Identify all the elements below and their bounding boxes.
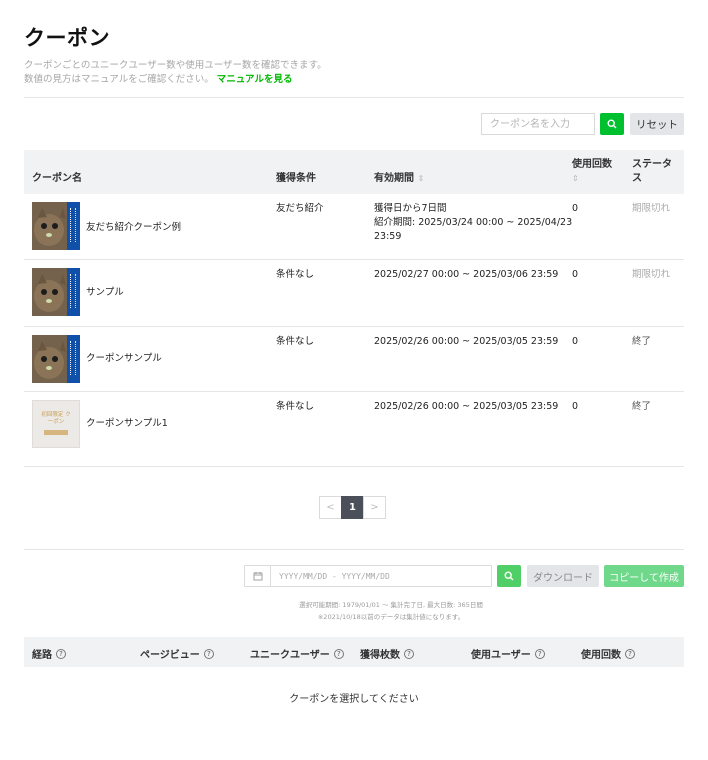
coupon-table-header: クーポン名 獲得条件 有効期間 ⇕ 使用回数 ⇕ ステータス — [24, 150, 684, 194]
status-badge: 終了 — [632, 401, 652, 412]
description-line-2: 数値の見方はマニュアルをご確認ください。 マニュアルを見る — [24, 73, 327, 87]
search-icon — [607, 119, 617, 129]
coupon-thumbnail — [32, 335, 80, 383]
date-range-placeholder: YYYY/MM/DD - YYYY/MM/DD — [279, 571, 390, 581]
coupon-period: 2025/02/26 00:00 ~ 2025/03/05 23:59 — [374, 336, 559, 347]
help-icon[interactable]: ? — [333, 648, 344, 659]
coupon-banner-strip — [67, 268, 80, 316]
coupon-period: 2025/02/26 00:00 ~ 2025/03/05 23:59 — [374, 401, 559, 412]
coupon-name[interactable]: クーポンサンプル — [86, 352, 162, 366]
help-icon[interactable]: ? — [625, 648, 635, 659]
help-icon[interactable]: ? — [203, 648, 214, 659]
stats-column-label: 獲得枚数 — [360, 650, 400, 661]
date-range-note: 選択可能期間: 1979/01/01 ～ 集計完了日, 最大日数: 365日間 — [299, 601, 483, 609]
stats-table-header: 経路? ページビュー? ユニークユーザー? 獲得枚数? 使用ユーザー? 使用回数… — [24, 637, 684, 667]
stats-column-uses: 使用回数? — [581, 646, 635, 661]
stats-column-label: 使用ユーザー — [471, 650, 531, 661]
date-search-button[interactable] — [497, 565, 521, 587]
status-badge: 期限切れ — [632, 203, 671, 214]
description-line-2-text: 数値の見方はマニュアルをご確認ください。 — [24, 74, 214, 85]
manual-link[interactable]: マニュアルを見る — [217, 74, 293, 85]
status-badge: 期限切れ — [632, 269, 671, 280]
column-header-status-line-1: ステータ — [632, 159, 672, 170]
coupon-table: クーポン名 獲得条件 有効期間 ⇕ 使用回数 ⇕ ステータス 友だち紹介クーポン例… — [24, 150, 684, 467]
coupon-period: 2025/02/27 00:00 ~ 2025/03/06 23:59 — [374, 269, 559, 280]
coupon-search-input[interactable] — [481, 113, 595, 135]
coupon-name[interactable]: サンプル — [86, 286, 124, 300]
column-header-uses[interactable]: 使用回数 ⇕ — [572, 158, 612, 186]
calendar-icon[interactable] — [245, 566, 271, 586]
coupon-row[interactable]: 友だち紹介クーポン例 友だち紹介 獲得日から7日間 紹介期間: 2025/03/… — [24, 194, 684, 260]
coupon-period-line-2: 紹介期間: 2025/03/24 00:00 ~ 2025/04/23 — [374, 217, 573, 228]
coupon-period-line-3: 23:59 — [374, 231, 402, 242]
coupon-thumbnail — [32, 202, 80, 250]
search-icon — [504, 571, 514, 581]
stats-column-unique-users: ユニークユーザー? — [250, 646, 344, 661]
stats-column-pageviews: ページビュー? — [140, 646, 214, 661]
stats-column-label: ページビュー — [140, 650, 200, 661]
sort-icon: ⇕ — [572, 174, 579, 183]
coupon-row[interactable]: サンプル 条件なし 2025/02/27 00:00 ~ 2025/03/06 … — [24, 260, 684, 327]
page-button-current[interactable]: 1 — [341, 496, 364, 519]
help-icon[interactable]: ? — [534, 648, 545, 659]
coupon-thumbnail: 初回限定 クーポン — [32, 400, 80, 448]
coupon-thumbnail-text: 初回限定 クーポン — [41, 412, 71, 425]
stats-column-used-users: 使用ユーザー? — [471, 646, 545, 661]
column-header-uses-label: 使用回数 — [572, 159, 612, 170]
section-divider — [24, 549, 684, 550]
coupon-row[interactable]: クーポンサンプル 条件なし 2025/02/26 00:00 ~ 2025/03… — [24, 327, 684, 392]
next-page-button[interactable]: > — [363, 496, 386, 519]
status-badge: 終了 — [632, 336, 652, 347]
coupon-banner-strip — [67, 202, 80, 250]
coupon-uses: 0 — [572, 203, 579, 214]
search-button[interactable] — [600, 113, 624, 135]
date-range-input[interactable]: YYYY/MM/DD - YYYY/MM/DD — [244, 565, 492, 587]
coupon-condition: 条件なし — [276, 336, 315, 347]
data-aggregation-note: ※2021/10/18以前のデータは集計値になります。 — [317, 613, 465, 621]
pagination: < 1 > — [319, 496, 386, 519]
column-header-condition: 獲得条件 — [276, 173, 316, 184]
stats-column-route: 経路? — [32, 646, 66, 661]
coupon-row[interactable]: 初回限定 クーポン クーポンサンプル1 条件なし 2025/02/26 00:0… — [24, 392, 684, 467]
coupon-thumbnail — [32, 268, 80, 316]
coupon-condition: 条件なし — [276, 401, 315, 412]
page-description: クーポンごとのユニークユーザー数や使用ユーザー数を確認できます。 数値の見方はマ… — [24, 59, 327, 87]
coupon-name[interactable]: クーポンサンプル1 — [86, 417, 168, 431]
column-header-period-label: 有効期間 — [374, 173, 414, 184]
sort-icon: ⇕ — [417, 174, 425, 183]
stats-column-label: ユニークユーザー — [250, 650, 330, 661]
coupon-uses: 0 — [572, 336, 579, 347]
help-icon[interactable]: ? — [56, 648, 66, 659]
stats-column-label: 経路 — [32, 650, 52, 661]
reset-button[interactable]: リセット — [630, 113, 684, 135]
help-icon[interactable]: ? — [404, 648, 414, 659]
stats-column-acquired: 獲得枚数? — [360, 646, 414, 661]
column-header-status: ステータス — [632, 158, 672, 186]
column-header-status-line-2: ス — [632, 173, 642, 184]
coupon-uses: 0 — [572, 401, 579, 412]
copy-create-button[interactable]: コピーして作成 — [604, 565, 684, 587]
coupon-period-line-1: 獲得日から7日間 — [374, 203, 447, 214]
coupon-thumbnail-tag — [44, 430, 68, 435]
header-divider — [24, 97, 684, 98]
coupon-condition: 友だち紹介 — [276, 203, 324, 214]
description-line-1: クーポンごとのユニークユーザー数や使用ユーザー数を確認できます。 — [24, 60, 327, 71]
page-title: クーポン — [24, 26, 110, 50]
coupon-name[interactable]: 友だち紹介クーポン例 — [86, 221, 181, 235]
column-header-period[interactable]: 有効期間 ⇕ — [374, 172, 424, 186]
coupon-period: 獲得日から7日間 紹介期間: 2025/03/24 00:00 ~ 2025/0… — [374, 202, 572, 244]
coupon-uses: 0 — [572, 269, 579, 280]
coupon-banner-strip — [67, 335, 80, 383]
stats-column-label: 使用回数 — [581, 650, 621, 661]
prev-page-button[interactable]: < — [319, 496, 342, 519]
empty-state-message: クーポンを選択してください — [289, 694, 419, 705]
download-button[interactable]: ダウンロード — [527, 565, 599, 587]
coupon-condition: 条件なし — [276, 269, 315, 280]
column-header-name: クーポン名 — [32, 173, 82, 184]
